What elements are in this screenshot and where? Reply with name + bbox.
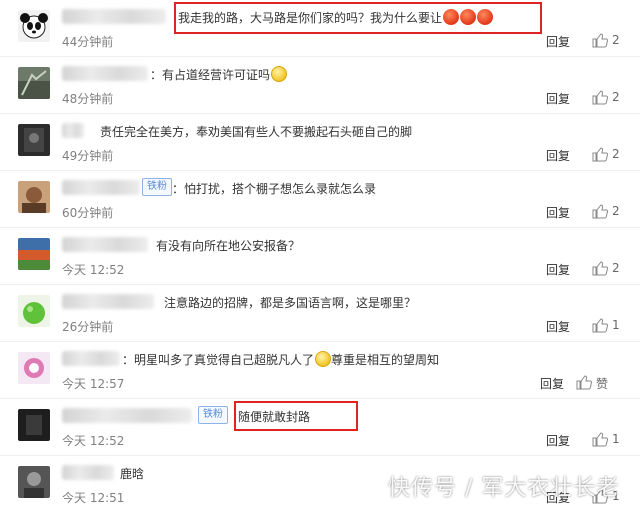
avatar[interactable] [18,409,50,441]
like-count: 2 [612,33,620,47]
username-blurred [62,9,166,24]
comment-text: ：有占道经营许可证吗 [150,66,288,83]
thumbs-up-icon[interactable] [592,204,608,219]
comment-time: 48分钟前 [62,92,114,106]
like-count: 2 [612,261,620,275]
like-count: 1 [612,432,620,446]
comment-time: 60分钟前 [62,206,114,220]
thumbs-up-icon[interactable] [592,90,608,105]
thumbs-up-icon[interactable] [592,33,608,48]
username-blurred [62,294,154,309]
like-count: 1 [612,318,620,332]
thumbs-up-icon[interactable] [592,147,608,162]
comment-time: 44分钟前 [62,35,114,49]
avatar[interactable] [18,124,50,156]
reply-button[interactable]: 回复 [546,318,570,335]
like-label[interactable]: 赞 [596,375,608,392]
username-blurred [62,465,114,480]
reply-button[interactable]: 回复 [546,90,570,107]
highlight-box [174,2,542,34]
comment-time: 今天 12:52 [62,263,125,277]
reply-button[interactable]: 回复 [546,147,570,164]
comment-text: 责任完全在美方，奉劝美国有些人不要搬起石头砸自己的脚 [100,125,413,139]
like-count: 2 [612,90,620,104]
reply-button[interactable]: 回复 [546,261,570,278]
fan-badge: 铁粉 [198,406,228,424]
comment-item: 有没有向所在地公安报备？ 今天 12:52 回复 2 [0,228,640,285]
avatar[interactable] [18,67,50,99]
doge-emoji-icon [271,66,288,82]
avatar[interactable] [18,10,50,42]
username-blurred [62,123,84,138]
cold-sweat-emoji-icon [315,351,332,367]
avatar[interactable] [18,466,50,498]
username-blurred [62,408,192,423]
reply-button[interactable]: 回复 [546,432,570,449]
thumbs-up-icon[interactable] [576,375,592,390]
highlight-box [234,401,358,431]
thumbs-up-icon[interactable] [592,432,608,447]
comment-time: 26分钟前 [62,320,114,334]
username-blurred [62,237,148,252]
avatar[interactable] [18,238,50,270]
like-count: 2 [612,147,620,161]
comment-text: ：明星叫多了真觉得自己超脱凡人了 尊重是相互的望周知 [122,351,440,367]
avatar[interactable] [18,295,50,327]
comment-item: 责任完全在美方，奉劝美国有些人不要搬起石头砸自己的脚 49分钟前 回复 2 [0,114,640,171]
fan-badge: 铁粉 [142,178,172,196]
comment-text: ：怕打扰，搭个棚子想怎么录就怎么录 [172,182,377,196]
like-count: 2 [612,204,620,218]
comment-text: 注意路边的招牌，都是多国语言啊，这是哪里？ [164,296,417,310]
reply-button[interactable]: 回复 [540,375,564,392]
watermark: 快传号 / 军大衣壮长老 [388,476,620,501]
username-blurred [62,66,148,81]
comment-item: ：明星叫多了真觉得自己超脱凡人了 尊重是相互的望周知 今天 12:57 回复 赞 [0,342,640,399]
username-blurred [62,180,140,195]
avatar[interactable] [18,181,50,213]
reply-button[interactable]: 回复 [546,33,570,50]
comment-text: 有没有向所在地公安报备？ [156,239,301,253]
comment-time: 今天 12:57 [62,377,125,391]
thumbs-up-icon[interactable] [592,261,608,276]
comment-item: 铁粉 ：怕打扰，搭个棚子想怎么录就怎么录 60分钟前 回复 2 [0,171,640,228]
thumbs-up-icon[interactable] [592,318,608,333]
reply-button[interactable]: 回复 [546,204,570,221]
comment-time: 今天 12:51 [62,491,125,505]
username-blurred [62,351,120,366]
comment-item: ：有占道经营许可证吗 48分钟前 回复 2 [0,57,640,114]
comment-time: 49分钟前 [62,149,114,163]
comment-time: 今天 12:52 [62,434,125,448]
avatar[interactable] [18,352,50,384]
comment-item: 注意路边的招牌，都是多国语言啊，这是哪里？ 26分钟前 回复 1 [0,285,640,342]
comment-text: 鹿晗 [120,467,145,481]
